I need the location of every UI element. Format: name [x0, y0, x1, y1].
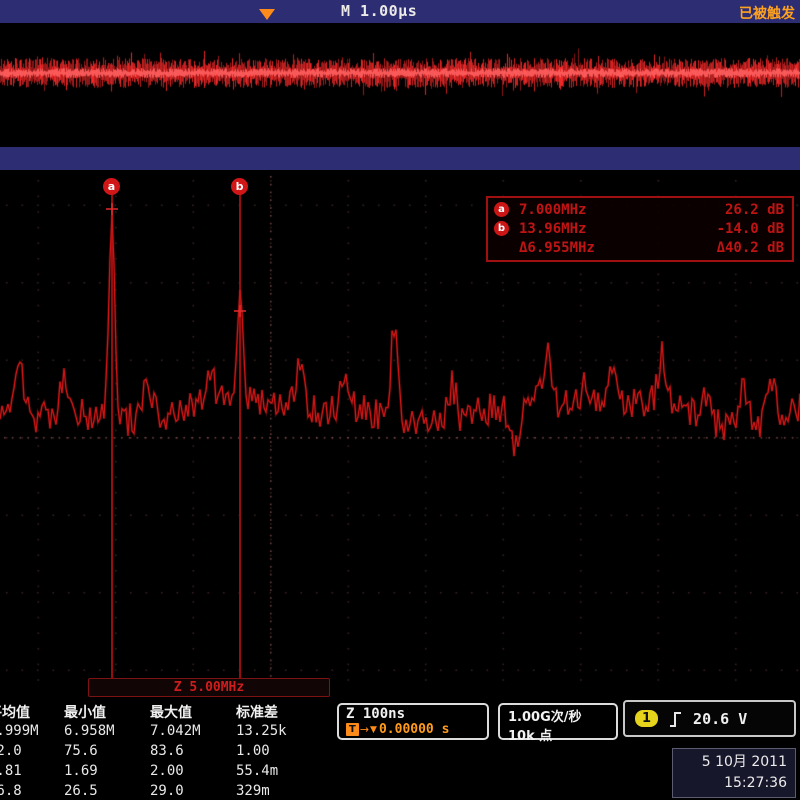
trigger-info-box: 1 20.6 V: [623, 700, 796, 737]
measurement-header: 标准差: [236, 702, 278, 722]
measurement-value: 26.8: [0, 783, 22, 799]
trigger-time-row: T → ▼ 0.00000 s: [346, 722, 487, 737]
channel-1-badge: 1: [635, 710, 658, 727]
sample-rate-readout: 1.00G次/秒: [508, 706, 616, 725]
cursor-a-badge-icon: a: [494, 202, 509, 217]
measurement-header: 最大值: [150, 702, 192, 722]
timebase-readout: M 1.00μs: [341, 2, 417, 20]
measurement-value: 82.0: [0, 743, 22, 759]
cursor-b-readout-row: b 13.96MHz -14.0 dB: [494, 219, 784, 238]
zoom-scale-readout: Z 100ns: [346, 706, 487, 722]
fft-scale-label: Z 5.00MHz: [88, 678, 330, 697]
measurement-value: 1.69: [64, 763, 98, 779]
cursor-a-label[interactable]: a: [103, 178, 120, 195]
cursor-b-cross-icon: [234, 305, 246, 317]
trigger-time-readout: 0.00000 s: [379, 722, 449, 737]
down-triangle-icon: ▼: [370, 725, 377, 735]
cursor-delta-readout-row: Δ6.955MHz Δ40.2 dB: [494, 238, 784, 257]
cursor-b-level: -14.0 dB: [717, 221, 784, 237]
acquisition-box: 1.00G次/秒 10k 点: [498, 703, 618, 740]
trigger-position-icon[interactable]: [259, 9, 275, 20]
delta-level: Δ40.2 dB: [717, 240, 784, 256]
measurement-value: 2.00: [150, 763, 184, 779]
cursor-a-cross-icon: [106, 203, 118, 215]
measurement-value: 329m: [236, 783, 270, 799]
time-readout: 15:27:36: [673, 773, 787, 794]
top-status-bar: M 1.00μs 已被触发: [0, 0, 800, 23]
record-length-readout: 10k 点: [508, 725, 616, 744]
datetime-panel: 5 10月 2011 15:27:36: [672, 748, 796, 798]
trigger-t-icon: T: [346, 723, 359, 736]
delta-frequency: Δ6.955MHz: [519, 240, 595, 256]
measurement-value: 55.4m: [236, 763, 278, 779]
bottom-status-area: 平均值 最小值 最大值 标准差 6.999M 6.958M 7.042M 13.25k 82.0…: [0, 700, 800, 800]
measurement-value: 83.6: [150, 743, 184, 759]
measurement-header: 最小值: [64, 702, 106, 722]
time-domain-trace: [0, 23, 800, 147]
measurement-value: 29.0: [150, 783, 184, 799]
measurement-value: 1.00: [236, 743, 270, 759]
spectrum-window: a b a 7.000MHz 26.2 dB b 13.96MHz -14.0 …: [0, 170, 800, 700]
measurement-value: 26.5: [64, 783, 98, 799]
oscilloscope-screen: M 1.00μs 已被触发 a b a 7.000MHz 26.2 dB: [0, 0, 800, 800]
arrow-right-icon: →: [360, 723, 369, 736]
measurement-value: 6.958M: [64, 723, 115, 739]
measurement-value: 7.042M: [150, 723, 201, 739]
measurement-table: 平均值 最小值 最大值 标准差 6.999M 6.958M 7.042M 13.25k 82.0…: [0, 700, 334, 800]
window-divider: [0, 147, 800, 170]
cursor-readout-box: a 7.000MHz 26.2 dB b 13.96MHz -14.0 dB Δ…: [486, 196, 794, 262]
cursor-a-readout-row: a 7.000MHz 26.2 dB: [494, 200, 784, 219]
measurement-value: 75.6: [64, 743, 98, 759]
cursor-b-frequency: 13.96MHz: [519, 221, 586, 237]
zoom-timebase-box: Z 100ns T → ▼ 0.00000 s: [337, 703, 489, 740]
cursor-b-label[interactable]: b: [231, 178, 248, 195]
rising-edge-icon: [668, 709, 683, 729]
cursor-a-frequency: 7.000MHz: [519, 202, 586, 218]
cursor-a-level: 26.2 dB: [725, 202, 784, 218]
measurement-value: 13.25k: [236, 723, 287, 739]
measurement-header: 平均值: [0, 702, 30, 722]
trigger-status-text: 已被触发: [739, 3, 795, 23]
trigger-level-readout: 20.6 V: [693, 710, 747, 728]
cursor-b-badge-icon: b: [494, 221, 509, 236]
measurement-value: 6.999M: [0, 723, 39, 739]
date-readout: 5 10月 2011: [673, 752, 787, 773]
measurement-value: 1.81: [0, 763, 22, 779]
